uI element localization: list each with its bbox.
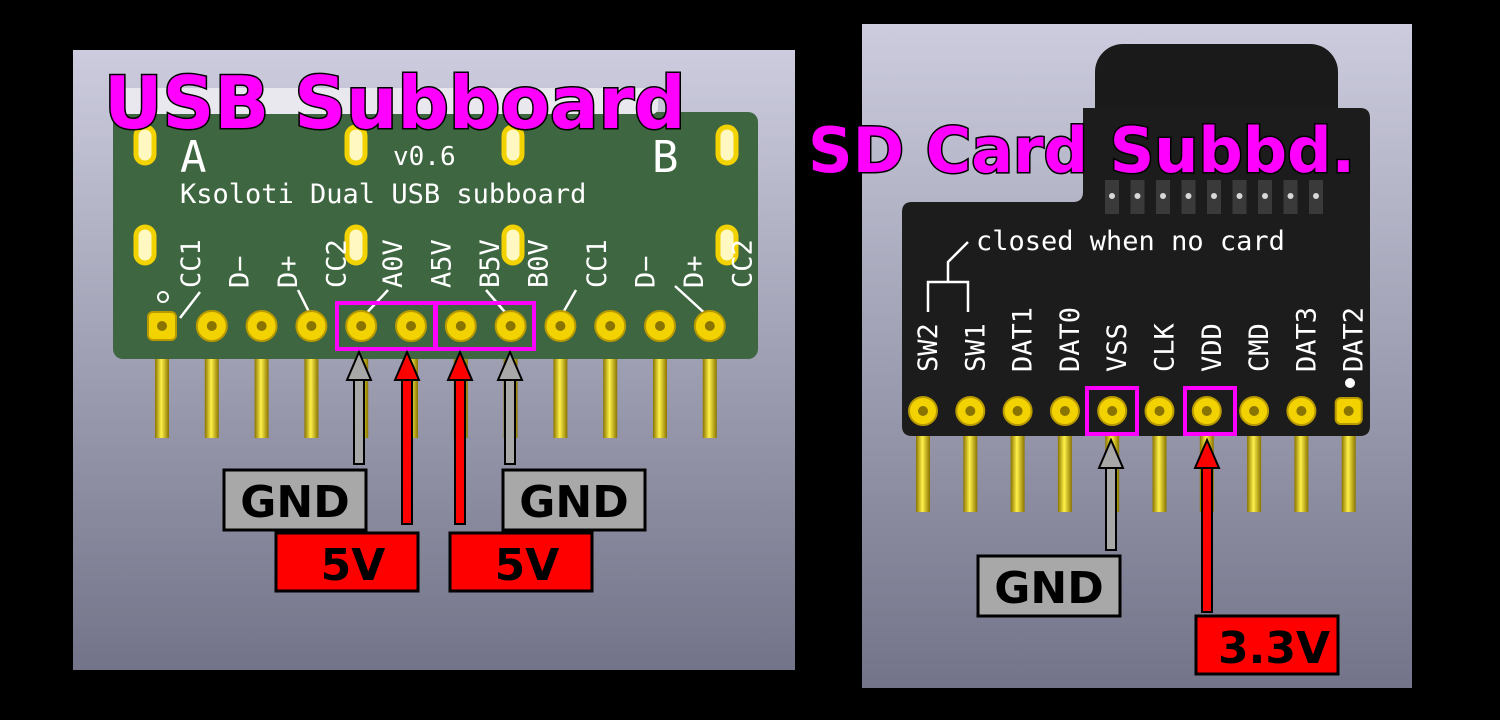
usb-pad-hole <box>704 321 715 331</box>
sd-pin-label: DAT0 <box>1055 307 1086 372</box>
usb-header-pin <box>603 350 618 438</box>
sd-pin1-marker <box>1345 378 1355 388</box>
usb-header-pin <box>204 350 219 438</box>
usb-header-pin <box>304 350 319 438</box>
usb-pad-hole <box>306 321 317 331</box>
usb-pad-hole <box>256 321 267 331</box>
usb-gnd-right-box: GND <box>501 468 647 532</box>
usb-header-pin <box>155 350 169 438</box>
usb-version-label: v0.6 <box>393 142 456 172</box>
usb-pad-hole <box>356 321 367 331</box>
sd-pin-label: VDD <box>1197 323 1228 372</box>
usb-pad-hole <box>406 321 416 331</box>
usb-header-pin <box>553 350 568 438</box>
sd-header-pin <box>1247 432 1262 512</box>
usb-pad-hole <box>157 321 167 331</box>
usb-pad-hole <box>206 321 217 331</box>
usb-gnd-right-label: GND <box>519 477 628 528</box>
sd-header-pin <box>916 432 930 512</box>
usb-gnd-left-box: GND <box>222 468 368 532</box>
sd-via <box>1211 193 1217 199</box>
sd-pin-label: VSS <box>1102 323 1133 372</box>
sd-via <box>1185 193 1192 199</box>
usb-mounting-slot <box>501 224 525 266</box>
sd-pad-hole <box>1296 406 1307 416</box>
usb-pad-hole <box>605 321 616 331</box>
sd-pin-label: DAT1 <box>1008 307 1039 372</box>
sd-header-pin <box>1057 432 1072 512</box>
usb-header-pin <box>653 350 667 438</box>
sd-title: SD Card Subbd. <box>808 114 1355 187</box>
usb-5v-left-label: 5V <box>321 540 386 591</box>
sd-pin-label: DAT2 <box>1339 307 1370 372</box>
usb-pin-label: D− <box>225 255 256 288</box>
sd-via <box>1134 193 1141 199</box>
sd-pad-hole <box>1343 406 1354 416</box>
usb-pin-label: CC1 <box>176 239 207 288</box>
sd-pin-label: CMD <box>1244 323 1275 372</box>
sd-via <box>1262 193 1268 199</box>
sd-header-pin <box>1152 432 1167 512</box>
usb-pad-hole <box>455 321 466 331</box>
usb-header-pin <box>702 350 717 438</box>
sd-header-pin <box>1341 432 1356 512</box>
usb-gnd-left-label: GND <box>240 477 349 528</box>
usb-pad-hole <box>655 321 665 331</box>
sd-gnd-label: GND <box>994 563 1103 614</box>
sd-via <box>1160 193 1166 199</box>
usb-pin-label: A5V <box>427 239 458 288</box>
sd-via <box>1236 193 1243 199</box>
sd-pin-label: SW2 <box>913 323 944 372</box>
sd-pad-hole <box>1201 406 1212 416</box>
sd-pad-hole <box>1154 406 1165 416</box>
sd-pad-hole <box>1249 406 1260 416</box>
usb-pin-label: D+ <box>273 255 304 288</box>
pinout-diagram: A B v0.6 Ksoloti Dual USB subboard CC1 D−… <box>73 24 1412 688</box>
usb-title: USB Subboard <box>104 61 686 145</box>
usb-pin-label: CC2 <box>728 239 759 288</box>
usb-pin-label: A0V <box>378 239 409 288</box>
usb-pin-label: D+ <box>679 255 710 288</box>
sd-pad-hole <box>965 406 976 416</box>
usb-5v-left-box: 5V <box>274 531 420 593</box>
usb-mounting-slot <box>715 124 739 166</box>
sd-pad-hole <box>1012 406 1023 416</box>
usb-5v-right-label: 5V <box>495 540 560 591</box>
usb-pin-label: D− <box>631 255 662 288</box>
usb-panel: A B v0.6 Ksoloti Dual USB subboard CC1 D−… <box>73 50 795 670</box>
usb-5v-right-box: 5V <box>448 531 594 593</box>
sd-header-pin <box>1010 432 1025 512</box>
sd-pin-label: DAT3 <box>1291 307 1322 372</box>
usb-pin-label: CC1 <box>582 239 613 288</box>
sd-pad-hole <box>1059 406 1070 416</box>
usb-pad-hole <box>555 321 566 331</box>
sd-header-pin <box>963 432 978 512</box>
sd-note: closed when no card <box>976 226 1285 257</box>
usb-pin-label: B0V <box>524 239 555 288</box>
sd-pad-hole <box>1107 406 1118 416</box>
usb-pin-label: B5V <box>475 239 506 288</box>
usb-pad-hole <box>505 321 516 331</box>
usb-pin-label: CC2 <box>322 239 353 288</box>
usb-board-name: Ksoloti Dual USB subboard <box>180 179 586 210</box>
sd-pin-label: CLK <box>1150 322 1181 372</box>
usb-mounting-slot <box>133 224 157 266</box>
sd-3v3-label: 3.3V <box>1218 623 1330 674</box>
sd-header-pin <box>1294 432 1309 512</box>
sd-via <box>1313 193 1319 199</box>
usb-header-pin <box>254 350 269 438</box>
sd-gnd-box: GND <box>976 554 1122 618</box>
sd-pad-hole <box>918 406 928 416</box>
sd-3v3-box: 3.3V <box>1194 614 1340 676</box>
sd-via <box>1109 193 1115 199</box>
sd-pin-label: SW1 <box>960 323 991 372</box>
sd-via <box>1287 193 1294 199</box>
sd-panel: closed when no card SW2 SW1 DAT1 DAT0 VSS CLK… <box>807 24 1412 688</box>
